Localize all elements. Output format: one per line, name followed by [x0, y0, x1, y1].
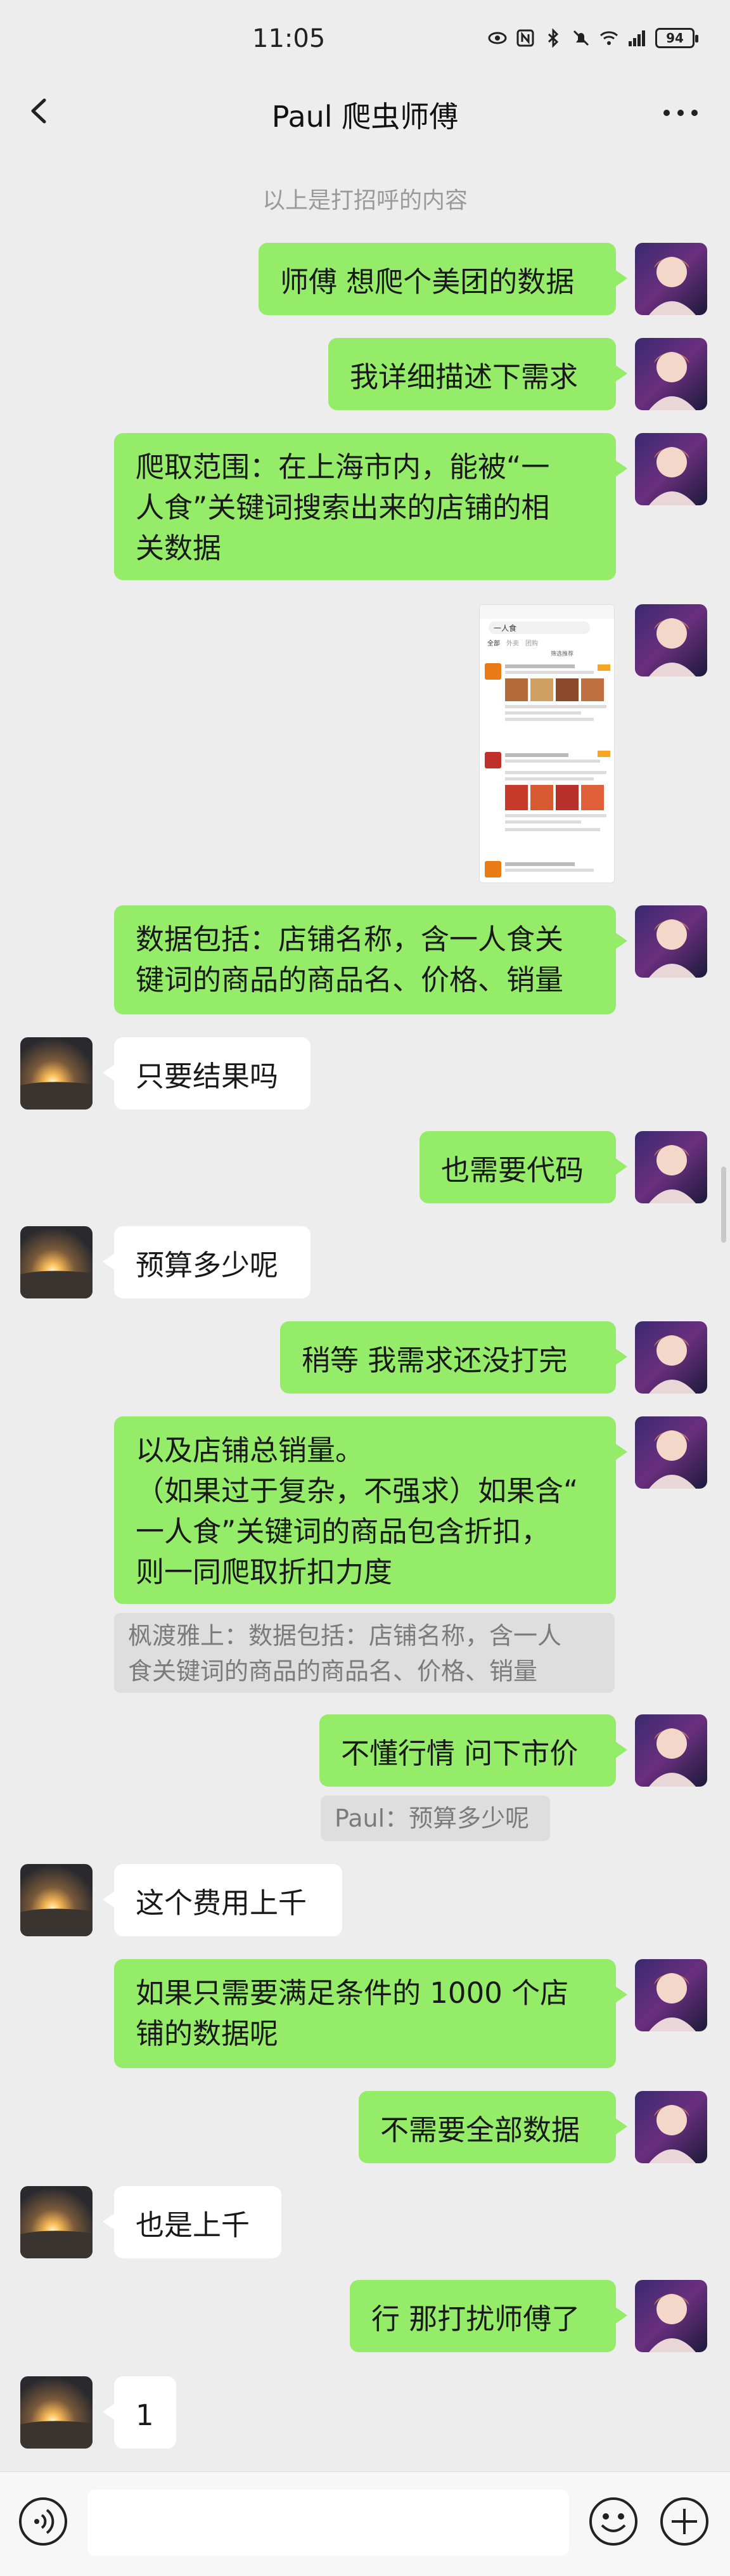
- message-bubble-me[interactable]: 爬取范围：在上海市内，能被“一 人食”关键词搜索出来的店铺的相 关数据: [114, 433, 627, 580]
- quote-line: Paul：预算多少呢: [335, 1804, 530, 1832]
- quoted-message[interactable]: Paul：预算多少呢: [321, 1796, 550, 1841]
- quote-line: 食关键词的商品的商品名、价格、销量: [128, 1657, 538, 1685]
- message-line: 键词的商品的商品名、价格、销量: [136, 963, 564, 997]
- thumb-tab: 外卖: [506, 640, 519, 647]
- contact-avatar[interactable]: [20, 1864, 93, 1936]
- my-avatar[interactable]: [635, 604, 707, 676]
- chat-title: Paul 爬虫师傅: [271, 100, 459, 134]
- message-input[interactable]: [87, 2490, 569, 2556]
- thumb-tab: 全部: [487, 639, 500, 647]
- battery-indicator: 94: [655, 28, 698, 48]
- my-avatar[interactable]: [635, 1714, 707, 1787]
- message-bubble-me[interactable]: 数据包括：店铺名称，含一人食关 键词的商品的商品名、价格、销量: [114, 905, 627, 1014]
- input-bar: [0, 2471, 730, 2576]
- message-bubble-me[interactable]: 师傅 想爬个美团的数据: [259, 243, 627, 315]
- plus-icon[interactable]: [659, 2496, 710, 2547]
- image-message-thumbnail[interactable]: 一人食 全部 外卖 团购 筛选推荐: [479, 604, 615, 883]
- message-line: 如果只需要满足条件的 1000 个店: [136, 1976, 569, 2010]
- message-bubble-me[interactable]: 我详细描述下需求: [328, 338, 627, 410]
- my-avatar[interactable]: [635, 1131, 707, 1203]
- message-bubble-contact[interactable]: 预算多少呢: [103, 1226, 311, 1298]
- message-line: （如果过于复杂，不强求）如果含“: [136, 1474, 579, 1508]
- message-line: 以及店铺总销量。: [136, 1434, 364, 1467]
- my-avatar[interactable]: [635, 1321, 707, 1394]
- contact-avatar[interactable]: [20, 1226, 93, 1298]
- message-bubble-contact[interactable]: 这个费用上千: [103, 1864, 342, 1936]
- thumb-filter: 筛选推荐: [551, 650, 573, 657]
- my-avatar[interactable]: [635, 905, 707, 978]
- emoji-icon[interactable]: [588, 2496, 639, 2547]
- status-time: 11:05: [252, 24, 326, 53]
- bluetooth-icon: [548, 29, 559, 48]
- scrollbar[interactable]: [721, 1167, 726, 1243]
- my-avatar[interactable]: [635, 433, 707, 505]
- my-avatar[interactable]: [635, 1416, 707, 1489]
- message-line: 则一同爬取折扣力度: [136, 1555, 393, 1589]
- message-bubble-me[interactable]: 稍等 我需求还没打完: [280, 1321, 627, 1394]
- system-notice: 以上是打招呼的内容: [262, 188, 468, 214]
- message-line: 数据包括：店铺名称，含一人食关: [136, 922, 564, 956]
- message-bubble-contact[interactable]: 只要结果吗: [103, 1037, 311, 1110]
- thumb-tab: 团购: [525, 639, 538, 647]
- message-bubble-me[interactable]: 如果只需要满足条件的 1000 个店 铺的数据呢: [114, 1959, 627, 2068]
- chat-header: Paul 爬虫师傅: [0, 82, 730, 139]
- status-bar: 11:05 94: [0, 0, 730, 82]
- message-line: 铺的数据呢: [136, 2017, 279, 2050]
- voice-icon[interactable]: [18, 2496, 68, 2547]
- message-bubble-me[interactable]: 行 那打扰师傅了: [350, 2280, 627, 2352]
- message-bubble-contact[interactable]: 也是上千: [103, 2186, 281, 2258]
- message-line: 爬取范围：在上海市内，能被“一: [136, 450, 550, 484]
- contact-avatar[interactable]: [20, 1037, 93, 1110]
- thumb-search-text: 一人食: [494, 623, 516, 633]
- nfc-icon: [516, 29, 534, 47]
- contact-avatar[interactable]: [20, 2186, 93, 2258]
- message-bubble-me[interactable]: 也需要代码: [419, 1131, 627, 1203]
- signal-icon: [629, 30, 645, 46]
- message-line: 一人食”关键词的商品包含折扣，: [136, 1515, 550, 1548]
- my-avatar[interactable]: [635, 338, 707, 410]
- my-avatar[interactable]: [635, 1959, 707, 2031]
- message-bubble-me[interactable]: 不需要全部数据: [359, 2091, 627, 2163]
- message-bubble-me[interactable]: 不懂行情 问下市价: [319, 1714, 627, 1787]
- status-icons: 94: [488, 28, 698, 48]
- my-avatar[interactable]: [635, 243, 707, 315]
- wifi-icon: [599, 31, 618, 45]
- more-dots-icon[interactable]: [663, 109, 698, 117]
- eye-icon: [488, 32, 507, 44]
- mute-icon: [573, 30, 589, 46]
- message-bubble-contact[interactable]: 1: [103, 2376, 176, 2449]
- quote-line: 枫渡雅上：数据包括：店铺名称，含一人: [128, 1622, 562, 1650]
- message-line: 人食”关键词搜索出来的店铺的相: [136, 491, 550, 524]
- message-bubble-me[interactable]: 以及店铺总销量。 （如果过于复杂，不强求）如果含“ 一人食”关键词的商品包含折扣…: [114, 1416, 627, 1604]
- quoted-message[interactable]: 枫渡雅上：数据包括：店铺名称，含一人 食关键词的商品的商品名、价格、销量: [114, 1613, 615, 1693]
- my-avatar[interactable]: [635, 2280, 707, 2352]
- message-line: 关数据: [136, 531, 222, 565]
- contact-avatar[interactable]: [20, 2376, 93, 2449]
- my-avatar[interactable]: [635, 2091, 707, 2163]
- screenshot-thumbnail: 一人食 全部 外卖 团购 筛选推荐: [480, 605, 614, 883]
